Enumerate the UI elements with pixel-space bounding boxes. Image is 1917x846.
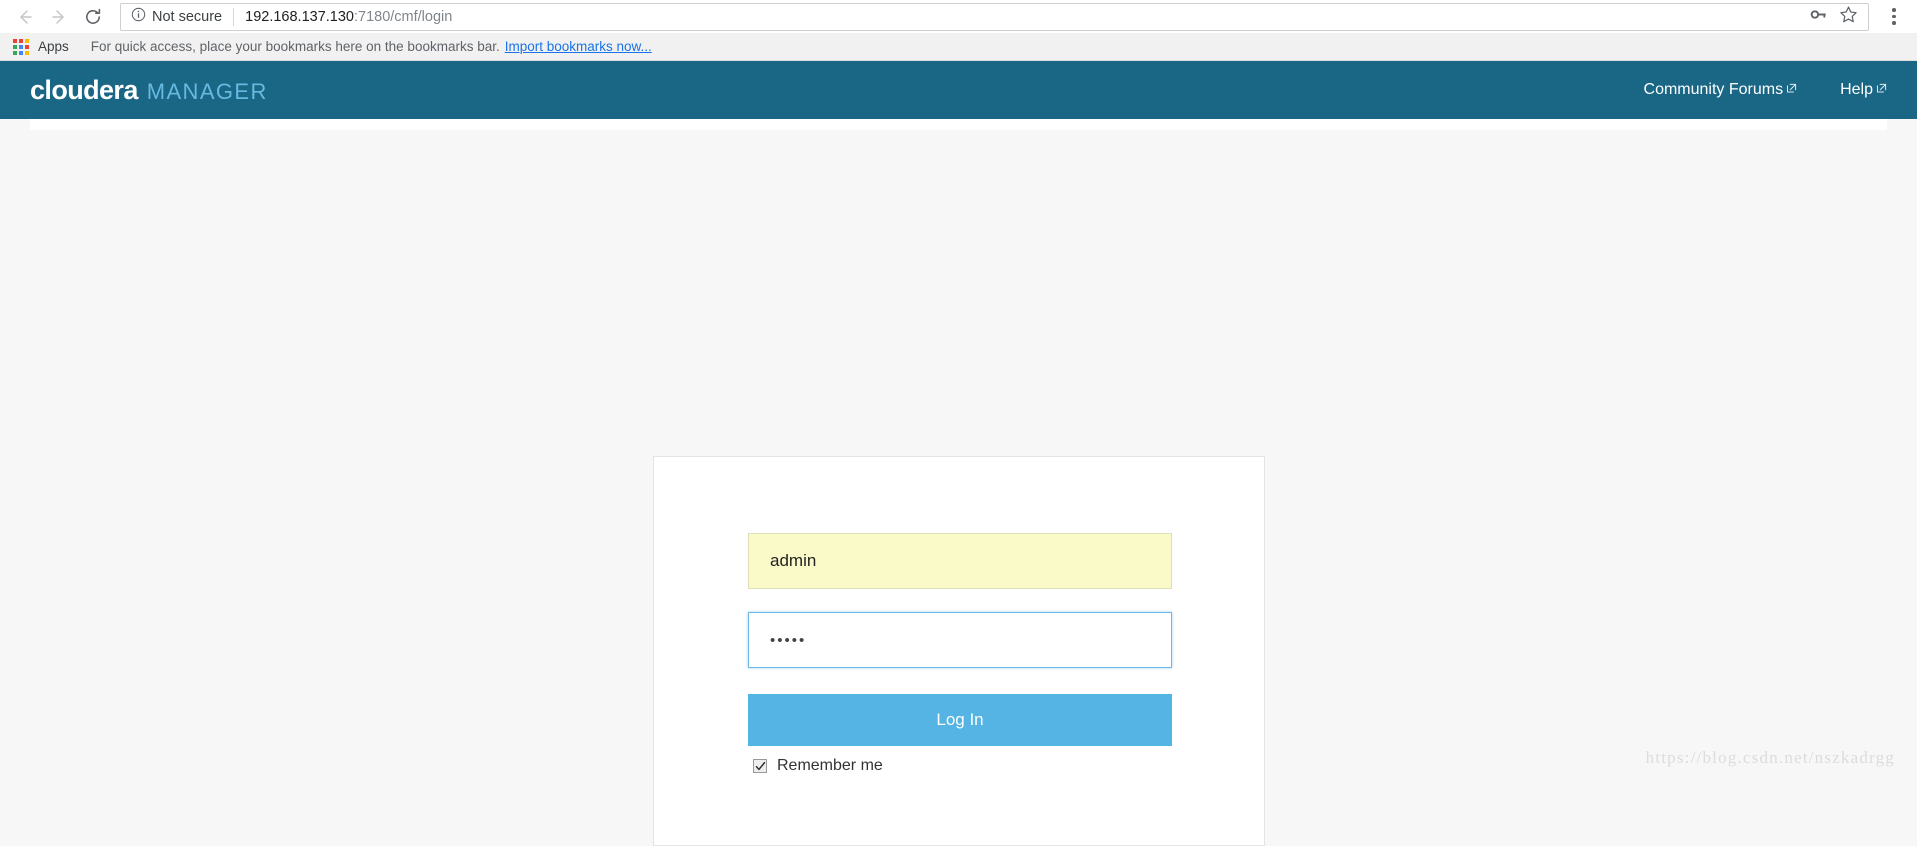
forward-button[interactable]: [42, 2, 76, 32]
checkmark-icon: [755, 761, 766, 772]
page-body: Log In Remember me https://blog.csdn.net…: [0, 130, 1917, 775]
header-underline-strip: [0, 119, 1917, 130]
remember-me-checkbox[interactable]: [753, 759, 767, 773]
login-form: Log In Remember me: [748, 533, 1172, 775]
bookmarks-bar: Apps For quick access, place your bookma…: [0, 33, 1917, 61]
browser-toolbar: Not secure 192.168.137.130:7180/cmf/logi…: [0, 0, 1917, 33]
nav-help-label: Help: [1840, 81, 1873, 99]
remember-me-row[interactable]: Remember me: [753, 757, 1172, 775]
security-status[interactable]: Not secure: [131, 7, 222, 26]
logo-product-text: MANAGER: [147, 79, 268, 105]
apps-grid-icon[interactable]: [13, 39, 29, 55]
omnibox-divider: [233, 8, 234, 26]
import-bookmarks-link[interactable]: Import bookmarks now...: [505, 39, 652, 54]
info-circle-icon: [131, 7, 146, 26]
external-link-icon: [1786, 81, 1797, 99]
omnibox-actions: [1804, 4, 1862, 30]
back-button[interactable]: [8, 2, 42, 32]
nav-community-forums-label: Community Forums: [1644, 81, 1784, 99]
external-link-icon: [1876, 81, 1887, 99]
password-input[interactable]: [748, 612, 1172, 668]
logo-brand-text: cloudera: [30, 75, 138, 106]
bookmarks-hint: For quick access, place your bookmarks h…: [91, 39, 500, 54]
url-path: :7180/cmf/login: [354, 9, 452, 25]
url-host: 192.168.137.130: [245, 9, 354, 25]
star-icon: [1839, 5, 1858, 29]
nav-community-forums[interactable]: Community Forums: [1644, 81, 1798, 99]
security-label: Not secure: [152, 9, 222, 25]
bookmark-button[interactable]: [1834, 4, 1862, 30]
log-in-button[interactable]: Log In: [748, 694, 1172, 746]
cloudera-manager-header: cloudera MANAGER Community Forums Help: [0, 61, 1917, 119]
reload-icon: [83, 7, 103, 27]
apps-label[interactable]: Apps: [38, 39, 69, 54]
login-card: Log In Remember me: [653, 456, 1265, 846]
remember-me-label: Remember me: [777, 757, 883, 775]
cloudera-logo[interactable]: cloudera MANAGER: [30, 75, 268, 106]
browser-menu-button[interactable]: [1879, 2, 1909, 32]
three-dot-menu-icon: [1892, 8, 1896, 25]
header-nav: Community Forums Help: [1644, 81, 1887, 99]
arrow-left-icon: [15, 7, 35, 27]
url-text: 192.168.137.130:7180/cmf/login: [245, 9, 1796, 25]
saved-password-button[interactable]: [1804, 4, 1832, 30]
username-input[interactable]: [748, 533, 1172, 589]
key-icon: [1809, 5, 1828, 29]
watermark-text: https://blog.csdn.net/nszkadrgg: [1646, 748, 1895, 768]
address-bar[interactable]: Not secure 192.168.137.130:7180/cmf/logi…: [120, 3, 1869, 31]
reload-button[interactable]: [76, 2, 110, 32]
nav-help[interactable]: Help: [1840, 81, 1887, 99]
arrow-right-icon: [49, 7, 69, 27]
